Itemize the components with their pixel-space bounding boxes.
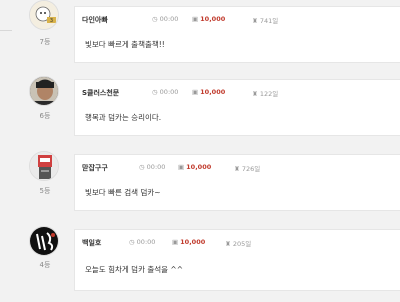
message-text: 빛보다 빠르게 출책출책!!	[85, 40, 165, 49]
attendance-entry: 5등 맏잡구구 ◷ 00:00 ▣ 10,000 ♜ 726일 빛보다 빠른 검색 덤…	[0, 151, 400, 227]
rank-label: 5등	[39, 187, 51, 195]
calligraphy-avatar-icon[interactable]	[29, 226, 59, 256]
person-photo-avatar-icon[interactable]	[29, 76, 59, 106]
points-value: 10,000	[200, 88, 226, 96]
trophy-icon: ♜	[225, 240, 231, 248]
message-card: 맏잡구구 ◷ 00:00 ▣ 10,000 ♜ 726일 빛보다 빠른 검색 덤카~	[74, 154, 400, 211]
rank-label: 7등	[39, 38, 51, 46]
points-meta: ▣ 10,000	[178, 163, 211, 171]
time-value: 00:00	[159, 88, 179, 96]
nickname[interactable]: 백일호	[82, 238, 101, 248]
trophy-icon: ♜	[252, 90, 258, 98]
points-meta: ▣ 10,000	[192, 88, 225, 96]
days-meta: ♜ 726일	[234, 163, 260, 173]
message-text: 빛보다 빠른 검색 덤카~	[85, 188, 161, 197]
cartoon-avatar-icon[interactable]: 3	[29, 0, 59, 30]
days-meta: ♜ 741일	[252, 15, 278, 25]
attendance-entry: 6등 S클러스천문 ◷ 00:00 ▣ 10,000 ♜ 122일 행복과 덤카는 승…	[0, 76, 400, 152]
gift-icon: ▣	[192, 15, 199, 23]
svg-text:3: 3	[50, 18, 53, 24]
time-value: 00:00	[136, 238, 156, 246]
attendance-feed: 3 7등 다인아빠 ◷ 00:00 ▣ 10,000 ♜ 741일 빛보다 빠르게 출…	[0, 0, 400, 300]
trophy-icon: ♜	[252, 17, 258, 25]
attendance-entry: 3 7등 다인아빠 ◷ 00:00 ▣ 10,000 ♜ 741일 빛보다 빠르게 출…	[0, 0, 400, 76]
time-value: 00:00	[146, 163, 166, 171]
nickname[interactable]: S클러스천문	[82, 88, 119, 98]
rank-label: 6등	[39, 112, 51, 120]
rank-label: 4등	[39, 261, 51, 269]
entry-header: 다인아빠 ◷ 00:00 ▣ 10,000 ♜ 741일	[82, 15, 392, 27]
attendance-entry: 4등 백일호 ◷ 00:00 ▣ 10,000 ♜ 205일 오늘도 힘차게 덤카 출…	[0, 226, 400, 302]
days-value: 205일	[232, 240, 252, 248]
time-value: 00:00	[159, 15, 179, 23]
clock-icon: ◷	[129, 238, 135, 246]
entry-header: 백일호 ◷ 00:00 ▣ 10,000 ♜ 205일	[82, 238, 392, 250]
days-meta: ♜ 205일	[225, 238, 251, 248]
time-meta: ◷ 00:00	[152, 88, 178, 96]
points-value: 10,000	[200, 15, 226, 23]
message-text: 행복과 덤카는 승리이다.	[85, 113, 162, 122]
points-meta: ▣ 10,000	[192, 15, 225, 23]
time-meta: ◷ 00:00	[152, 15, 178, 23]
trophy-icon: ♜	[234, 165, 240, 173]
days-value: 122일	[259, 90, 279, 98]
entry-header: S클러스천문 ◷ 00:00 ▣ 10,000 ♜ 122일	[82, 88, 392, 100]
gift-icon: ▣	[178, 163, 185, 171]
gift-icon: ▣	[172, 238, 179, 246]
message-card: 다인아빠 ◷ 00:00 ▣ 10,000 ♜ 741일 빛보다 빠르게 출책출책!!	[74, 6, 400, 63]
days-meta: ♜ 122일	[252, 88, 278, 98]
points-meta: ▣ 10,000	[172, 238, 205, 246]
points-value: 10,000	[180, 238, 206, 246]
robot-avatar-icon[interactable]	[29, 151, 59, 181]
message-text: 오늘도 힘차게 덤카 출석을 ^^	[85, 265, 184, 274]
points-value: 10,000	[186, 163, 212, 171]
nickname[interactable]: 맏잡구구	[82, 163, 108, 173]
gift-icon: ▣	[192, 88, 199, 96]
entry-header: 맏잡구구 ◷ 00:00 ▣ 10,000 ♜ 726일	[82, 163, 392, 175]
clock-icon: ◷	[152, 15, 158, 23]
message-card: 백일호 ◷ 00:00 ▣ 10,000 ♜ 205일 오늘도 힘차게 덤카 출석을 …	[74, 229, 400, 291]
clock-icon: ◷	[139, 163, 145, 171]
clock-icon: ◷	[152, 88, 158, 96]
nickname[interactable]: 다인아빠	[82, 15, 108, 25]
time-meta: ◷ 00:00	[129, 238, 155, 246]
time-meta: ◷ 00:00	[139, 163, 165, 171]
message-card: S클러스천문 ◷ 00:00 ▣ 10,000 ♜ 122일 행복과 덤카는 승리이다…	[74, 79, 400, 136]
days-value: 726일	[241, 165, 261, 173]
days-value: 741일	[259, 17, 279, 25]
